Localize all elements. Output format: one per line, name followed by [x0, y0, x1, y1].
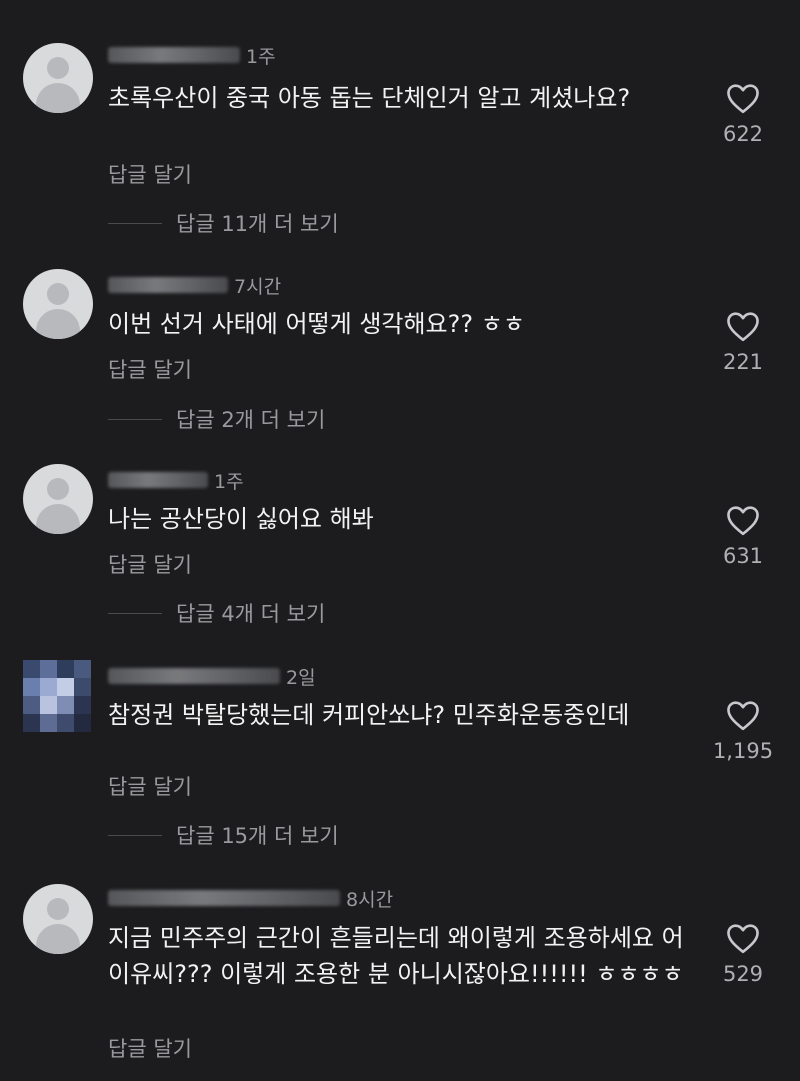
username-redacted[interactable]: [108, 47, 240, 63]
comment-time: 8시간: [346, 888, 394, 911]
divider: [108, 834, 162, 836]
view-replies-label: 답글 2개 더 보기: [176, 408, 326, 432]
comment-time: 1주: [214, 470, 244, 493]
comment-text: 지금 민주주의 근간이 흔들리는데 왜이렇게 조용하세요 어이유씨??? 이렇게…: [108, 924, 684, 988]
username-redacted[interactable]: [108, 668, 280, 684]
comment-text: 초록우산이 중국 아동 돕는 단체인거 알고 계셨나요?: [108, 84, 631, 112]
like-control: 622: [693, 82, 793, 146]
heart-icon[interactable]: [725, 310, 761, 342]
view-replies-button[interactable]: 답글 2개 더 보기: [108, 404, 325, 434]
avatar[interactable]: [23, 464, 93, 534]
like-count: 529: [722, 962, 764, 986]
reply-button[interactable]: 답글 달기: [108, 771, 192, 801]
view-replies-label: 답글 11개 더 보기: [176, 212, 339, 236]
username-redacted[interactable]: [108, 890, 340, 906]
view-replies-label: 답글 15개 더 보기: [176, 824, 339, 848]
like-count: 1,195: [712, 739, 774, 763]
like-count: 221: [722, 350, 764, 374]
comment-time: 7시간: [234, 275, 282, 298]
view-replies-button[interactable]: 답글 15개 더 보기: [108, 820, 339, 850]
divider: [108, 222, 162, 224]
like-control: 1,195: [693, 699, 793, 763]
username-redacted[interactable]: [108, 277, 228, 293]
comment-text: 이번 선거 사태에 어떻게 생각해요?? ㅎㅎ: [108, 310, 525, 338]
comment-text: 참정권 박탈당했는데 커피안쏘냐? 민주화운동중인데: [108, 701, 630, 729]
view-replies-button[interactable]: 답글 11개 더 보기: [108, 208, 339, 238]
comment-meta: 8시간: [108, 883, 393, 913]
reply-button[interactable]: 답글 달기: [108, 549, 192, 579]
view-replies-button[interactable]: 답글 4개 더 보기: [108, 598, 325, 628]
like-count: 631: [722, 544, 764, 568]
comment-text: 나는 공산당이 싫어요 해봐: [108, 505, 374, 533]
reply-button[interactable]: 답글 달기: [108, 354, 192, 384]
avatar[interactable]: [23, 660, 91, 732]
like-control: 221: [693, 310, 793, 374]
comment-time: 2일: [286, 666, 316, 689]
like-count: 622: [722, 122, 764, 146]
avatar[interactable]: [23, 884, 93, 954]
avatar[interactable]: [23, 269, 93, 339]
view-replies-label: 답글 4개 더 보기: [176, 602, 326, 626]
like-control: 631: [693, 504, 793, 568]
divider: [108, 418, 162, 420]
username-redacted[interactable]: [108, 472, 208, 488]
comment-meta: 2일: [108, 661, 316, 691]
heart-icon[interactable]: [725, 504, 761, 536]
comment-meta: 1주: [108, 465, 244, 495]
heart-icon[interactable]: [725, 82, 761, 114]
comment-time: 1주: [246, 45, 276, 68]
reply-button[interactable]: 답글 달기: [108, 159, 192, 189]
divider: [108, 612, 162, 614]
comment-meta: 1주: [108, 40, 276, 70]
like-control: 529: [693, 922, 793, 986]
avatar[interactable]: [23, 43, 93, 113]
heart-icon[interactable]: [725, 922, 761, 954]
comment-meta: 7시간: [108, 270, 281, 300]
reply-button[interactable]: 답글 달기: [108, 1033, 192, 1063]
heart-icon[interactable]: [725, 699, 761, 731]
